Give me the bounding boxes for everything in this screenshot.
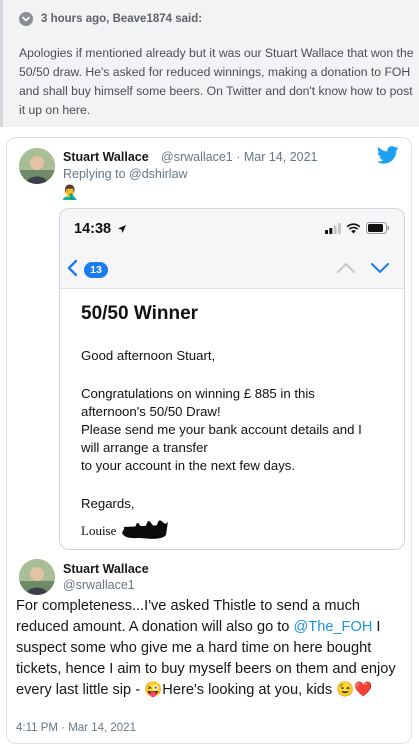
status-icons	[325, 222, 390, 234]
redaction-scribble	[122, 520, 168, 539]
tweet-author-name[interactable]: Stuart Wallace	[63, 150, 149, 164]
avatar[interactable]	[19, 559, 55, 595]
quote-meta[interactable]: 3 hours ago, Beave1874 said:	[41, 13, 202, 25]
battery-icon	[366, 222, 390, 234]
tweet-text: For completeness...I've asked Thistle to…	[16, 596, 408, 701]
avatar[interactable]	[19, 148, 55, 184]
email-line: to your account in the next few days.	[81, 458, 296, 473]
email-greeting: Good afternoon Stuart,	[81, 348, 216, 363]
tweet-timestamp[interactable]: 4:11 PM · Mar 14, 2021	[16, 722, 136, 734]
email-regards: Regards,	[81, 496, 135, 511]
chevron-down-circle-icon[interactable]	[19, 12, 33, 26]
tweet-handle-date[interactable]: @srwallace1 · Mar 14, 2021	[161, 150, 318, 164]
chevron-up-icon[interactable]	[336, 261, 356, 275]
email-signature: Louise	[81, 523, 117, 538]
unread-count-badge[interactable]: 13	[84, 262, 108, 278]
wifi-icon	[346, 222, 361, 233]
twitter-bird-icon[interactable]	[377, 146, 399, 164]
email-line: Please send me your bank account details…	[81, 422, 362, 437]
tweet-author-name[interactable]: Stuart Wallace	[63, 562, 149, 576]
status-time: 14:38	[74, 221, 112, 237]
chevron-down-icon[interactable]	[370, 261, 390, 275]
email-line: afternoon's 50/50 Draw!	[81, 404, 221, 419]
mention-link[interactable]: @The_FOH	[293, 619, 372, 635]
back-chevron-icon[interactable]	[66, 259, 80, 277]
tweet-handle[interactable]: @srwallace1	[63, 578, 135, 592]
mail-nav-bar: 13	[60, 249, 404, 289]
quote-body: Apologies if mentioned already but it wa…	[19, 46, 414, 117]
signal-icon	[325, 222, 341, 234]
email-screenshot[interactable]: 14:38 13 50/50 Winner Good afternoon Stu…	[59, 208, 405, 550]
email-subject: 50/50 Winner	[81, 303, 199, 324]
email-line: will arrange a transfer	[81, 440, 208, 455]
facepalm-emoji: 🤦‍♂️	[61, 184, 79, 200]
quote-header: 3 hours ago, Beave1874 said:	[19, 10, 202, 28]
location-arrow-icon	[118, 225, 126, 233]
replying-to[interactable]: Replying to @dshirlaw	[63, 167, 188, 181]
status-bar: 14:38	[60, 209, 404, 249]
email-line: Congratulations on winning £ 885 in this	[81, 386, 315, 401]
forum-quote: 3 hours ago, Beave1874 said: Apologies i…	[0, 0, 419, 127]
embedded-tweet[interactable]: Stuart Wallace @srwallace1 · Mar 14, 202…	[6, 137, 412, 744]
